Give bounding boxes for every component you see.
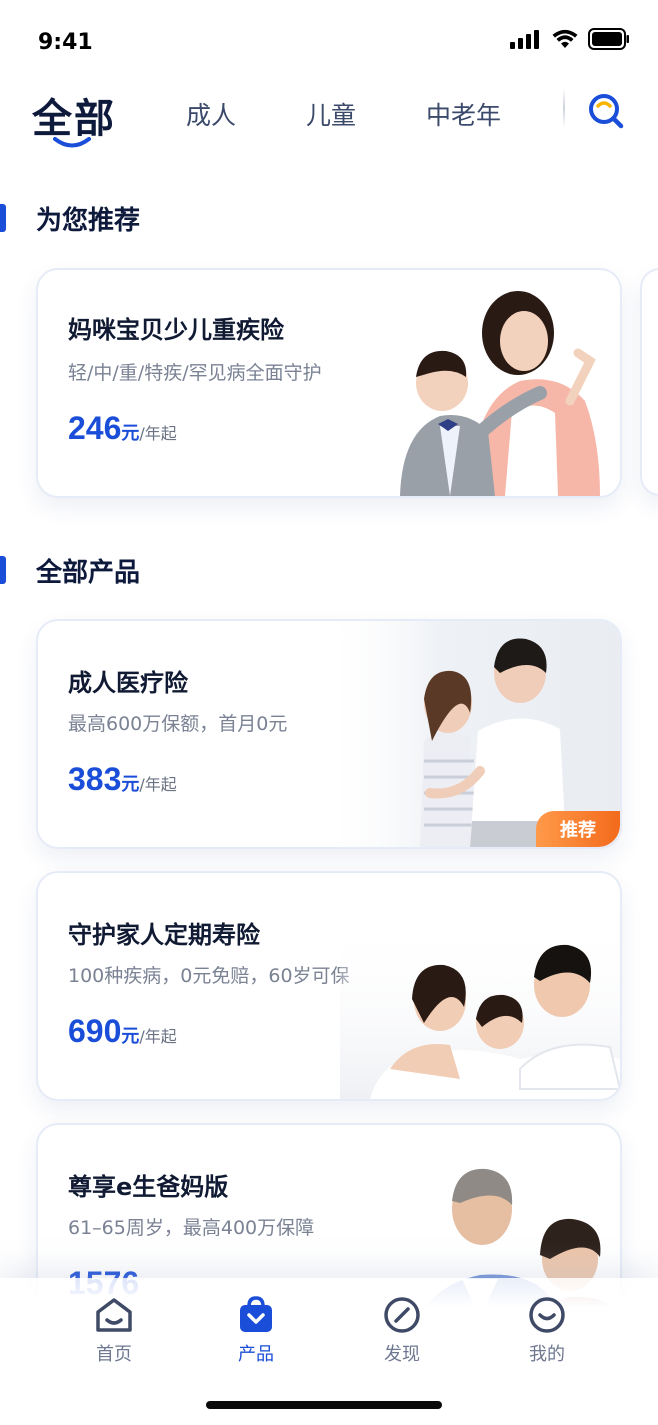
nav-label: 首页: [96, 1344, 132, 1365]
nav-products[interactable]: 产品: [216, 1296, 296, 1366]
home-icon: [96, 1298, 132, 1332]
compass-icon: [384, 1297, 420, 1333]
signal-icon: [510, 30, 539, 49]
recommend-badge: 推荐: [536, 811, 620, 847]
tab-adult[interactable]: 成人: [186, 96, 236, 132]
section-title: 全部产品: [36, 558, 141, 588]
section-title: 为您推荐: [36, 206, 141, 236]
product-price: 690元/年起: [68, 1013, 177, 1050]
section-all-products: 全部产品: [0, 552, 658, 592]
nav-label: 产品: [238, 1344, 274, 1365]
price-unit: 元: [121, 774, 140, 795]
tab-active-indicator: [53, 137, 91, 148]
featured-product-card[interactable]: 妈咪宝贝少儿重疾险 轻/中/重/特疾/罕见病全面守护 246元/年起: [36, 268, 622, 498]
product-price: 383元/年起: [68, 761, 177, 798]
price-unit: 元: [121, 423, 140, 444]
product-desc: 最高600万保额，首月0元: [68, 713, 288, 735]
product-desc: 轻/中/重/特疾/罕见病全面守护: [68, 362, 322, 384]
status-icons: [510, 28, 630, 50]
price-unit: 元: [121, 1026, 140, 1047]
price-value: 246: [68, 410, 122, 446]
section-recommend: 为您推荐: [0, 200, 658, 240]
product-title: 守护家人定期寿险: [68, 921, 260, 949]
battery-icon: [588, 28, 629, 50]
product-title: 妈咪宝贝少儿重疾险: [68, 316, 284, 344]
price-suffix: /年起: [139, 775, 177, 794]
nav-discover[interactable]: 发现: [362, 1296, 442, 1366]
nav-home[interactable]: 首页: [74, 1296, 154, 1366]
bag-icon: [240, 1296, 272, 1332]
home-indicator: [206, 1401, 442, 1409]
wifi-icon: [552, 29, 578, 48]
nav-label: 发现: [384, 1344, 420, 1365]
tab-divider: [563, 88, 565, 128]
search-icon[interactable]: [586, 90, 626, 130]
bottom-tab-bar: 首页 产品 发现 我的: [0, 1278, 658, 1425]
product-desc: 100种疾病，0元免赔，60岁可保: [68, 965, 350, 987]
price-value: 383: [68, 761, 122, 797]
tab-children[interactable]: 儿童: [306, 96, 356, 132]
category-tab-bar: 全部 成人 儿童 中老年: [0, 80, 658, 160]
section-marker: [0, 556, 6, 584]
price-suffix: /年起: [139, 424, 177, 443]
product-price: 246元/年起: [68, 410, 177, 447]
section-marker: [0, 204, 6, 232]
nav-label: 我的: [529, 1344, 565, 1365]
product-card-term-life[interactable]: 守护家人定期寿险 100种疾病，0元免赔，60岁可保 690元/年起: [36, 871, 622, 1101]
product-desc: 61–65周岁，最高400万保障: [68, 1217, 315, 1239]
price-suffix: /年起: [139, 1027, 177, 1046]
smile-icon: [529, 1297, 565, 1333]
product-title: 成人医疗险: [68, 669, 188, 697]
mother-child-photo: [400, 291, 600, 496]
family-photo: [340, 919, 620, 1099]
status-bar: 9:41: [0, 0, 658, 80]
nav-mine[interactable]: 我的: [507, 1296, 587, 1366]
price-value: 690: [68, 1013, 122, 1049]
product-title: 尊享e生爸妈版: [68, 1173, 229, 1201]
product-card-adult-medical[interactable]: 成人医疗险 最高600万保额，首月0元 383元/年起 推荐: [36, 619, 622, 849]
tab-elderly[interactable]: 中老年: [426, 96, 501, 132]
status-time: 9:41: [38, 30, 93, 55]
next-featured-card-peek[interactable]: [640, 268, 658, 496]
